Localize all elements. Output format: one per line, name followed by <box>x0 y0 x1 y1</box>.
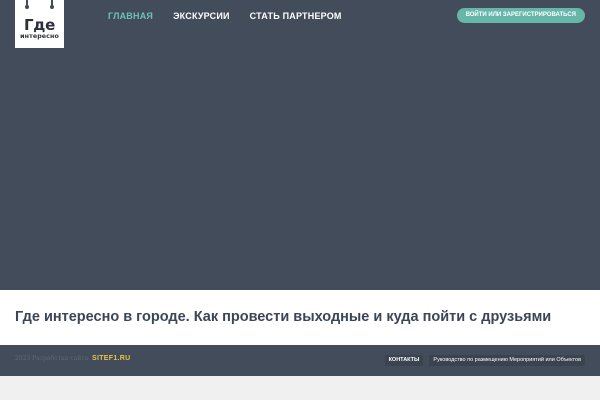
logo-text-sub: интересно <box>20 33 59 40</box>
copyright-text: 2023 Разработка сайта <box>15 355 89 362</box>
site-logo[interactable]: Где интересно <box>15 0 64 48</box>
footer-link-guide[interactable]: Руководство по размещению Мероприятий ил… <box>429 355 585 366</box>
hero-banner: Где интересно Главная Экскурсии Стать па… <box>0 0 600 290</box>
page-bottom <box>0 376 600 400</box>
footer-links: Контакты Руководство по размещению Мероп… <box>384 355 585 366</box>
headline-section: Где интересно в городе. Как провести вых… <box>0 290 600 345</box>
calendar-rings-icon <box>15 0 64 10</box>
logo-text-main: Где <box>24 16 55 34</box>
nav-item-partner[interactable]: Стать партнером <box>250 11 342 21</box>
footer: 2023 Разработка сайта SITEF1.RU Контакты… <box>0 345 600 376</box>
developer-logo-link[interactable]: SITEF1.RU <box>92 355 130 362</box>
main-nav: Главная Экскурсии Стать партнером <box>108 11 342 21</box>
page-title: Где интересно в городе. Как провести вых… <box>15 309 552 325</box>
login-register-button[interactable]: Войти или зарегистрироваться <box>456 8 585 23</box>
copyright: 2023 Разработка сайта SITEF1.RU <box>15 355 131 362</box>
nav-item-home[interactable]: Главная <box>108 11 153 21</box>
nav-item-tours[interactable]: Экскурсии <box>173 11 230 21</box>
footer-link-contacts[interactable]: Контакты <box>384 355 424 366</box>
